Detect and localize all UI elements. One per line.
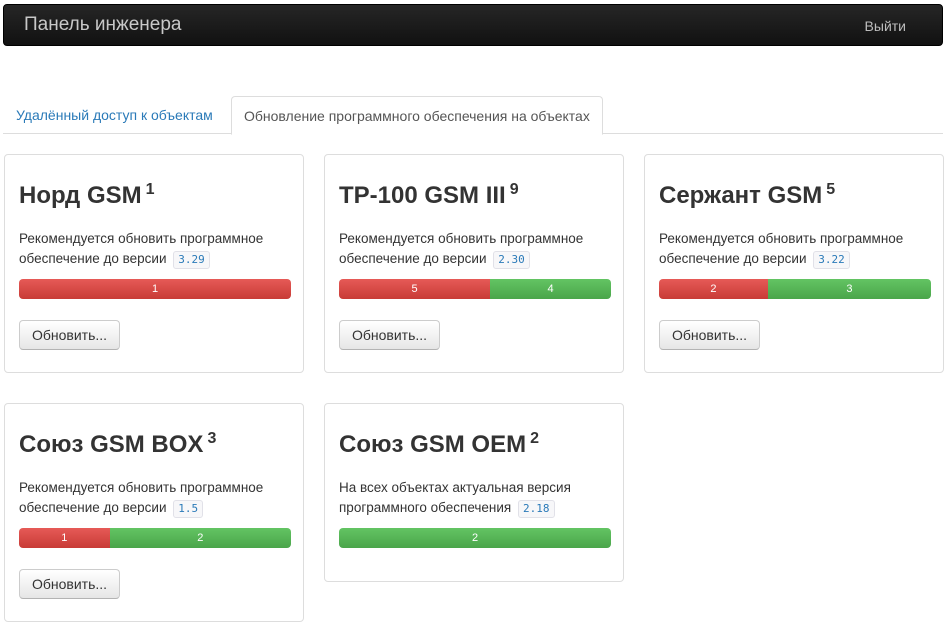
device-count: 9 <box>509 181 519 198</box>
device-title: ТР-100 GSM III 9 <box>339 181 519 210</box>
recommendation-text: Рекомендуется обновить программное обесп… <box>339 231 584 266</box>
device-card: Союз GSM BOX 3 Рекомендуется обновить про… <box>4 403 304 622</box>
device-card: Союз GSM OEM 2 На всех объектах актуальна… <box>324 403 624 582</box>
uptodate-segment: 4 <box>490 279 611 299</box>
device-card: Норд GSM 1 Рекомендуется обновить програм… <box>4 154 304 373</box>
device-count: 2 <box>530 430 539 447</box>
device-name: Союз GSM BOX <box>19 431 204 458</box>
device-name: ТР-100 GSM III <box>339 182 506 209</box>
device-count: 5 <box>826 181 836 198</box>
uptodate-segment: 2 <box>109 528 291 548</box>
update-recommendation: Рекомендуется обновить программное обесп… <box>19 478 299 518</box>
outdated-segment: 2 <box>659 279 768 299</box>
update-button[interactable]: Обновить... <box>339 320 441 350</box>
update-button[interactable]: Обновить... <box>19 569 121 599</box>
recommendation-text: Рекомендуется обновить программное обесп… <box>19 480 264 515</box>
recommendation-text: Рекомендуется обновить программное обесп… <box>659 231 904 266</box>
version-code: 2.30 <box>493 251 530 269</box>
version-code: 3.22 <box>813 251 850 269</box>
outdated-segment: 5 <box>339 279 491 299</box>
update-button[interactable]: Обновить... <box>659 320 761 350</box>
update-button[interactable]: Обновить... <box>19 320 121 350</box>
device-title: Союз GSM OEM 2 <box>339 430 539 459</box>
device-title: Сержант GSM 5 <box>659 181 835 210</box>
recommendation-text: Рекомендуется обновить программное обесп… <box>19 231 264 266</box>
objects-progress-bar: 1 <box>19 279 291 299</box>
version-code: 3.29 <box>173 251 210 269</box>
device-name: Норд GSM <box>19 182 142 209</box>
device-card: Сержант GSM 5 Рекомендуется обновить прог… <box>644 154 944 373</box>
tab-bar: Удалённый доступ к объектам Обновление п… <box>3 96 943 135</box>
device-title: Норд GSM 1 <box>19 181 155 210</box>
outdated-segment: 1 <box>19 279 291 299</box>
uptodate-segment: 2 <box>339 528 611 548</box>
device-count: 1 <box>145 181 155 198</box>
tab-remote-access[interactable]: Удалённый доступ к объектам <box>4 96 225 134</box>
outdated-segment: 1 <box>19 528 110 548</box>
tab-firmware-update[interactable]: Обновление программного обеспечения на о… <box>231 96 603 135</box>
objects-progress-bar: 2 3 <box>659 279 931 299</box>
device-card: ТР-100 GSM III 9 Рекомендуется обновить п… <box>324 154 624 373</box>
top-navbar: Панель инженера Выйти <box>3 4 943 46</box>
objects-progress-bar: 1 2 <box>19 528 291 548</box>
update-recommendation: Рекомендуется обновить программное обесп… <box>339 229 619 269</box>
app-title: Панель инженера <box>24 14 182 35</box>
version-code: 1.5 <box>173 500 204 518</box>
update-recommendation: Рекомендуется обновить программное обесп… <box>19 229 299 269</box>
update-recommendation: Рекомендуется обновить программное обесп… <box>659 229 939 269</box>
objects-progress-bar: 5 4 <box>339 279 611 299</box>
device-count: 3 <box>207 430 217 447</box>
uptodate-message: На всех объектах актуальная версия прогр… <box>339 478 619 518</box>
device-name: Союз GSM OEM <box>339 431 527 458</box>
device-name: Сержант GSM <box>659 182 823 209</box>
logout-link[interactable]: Выйти <box>865 18 906 34</box>
device-title: Союз GSM BOX 3 <box>19 430 216 459</box>
objects-progress-bar: 2 <box>339 528 611 548</box>
uptodate-segment: 3 <box>767 279 931 299</box>
version-code: 2.18 <box>518 500 555 518</box>
